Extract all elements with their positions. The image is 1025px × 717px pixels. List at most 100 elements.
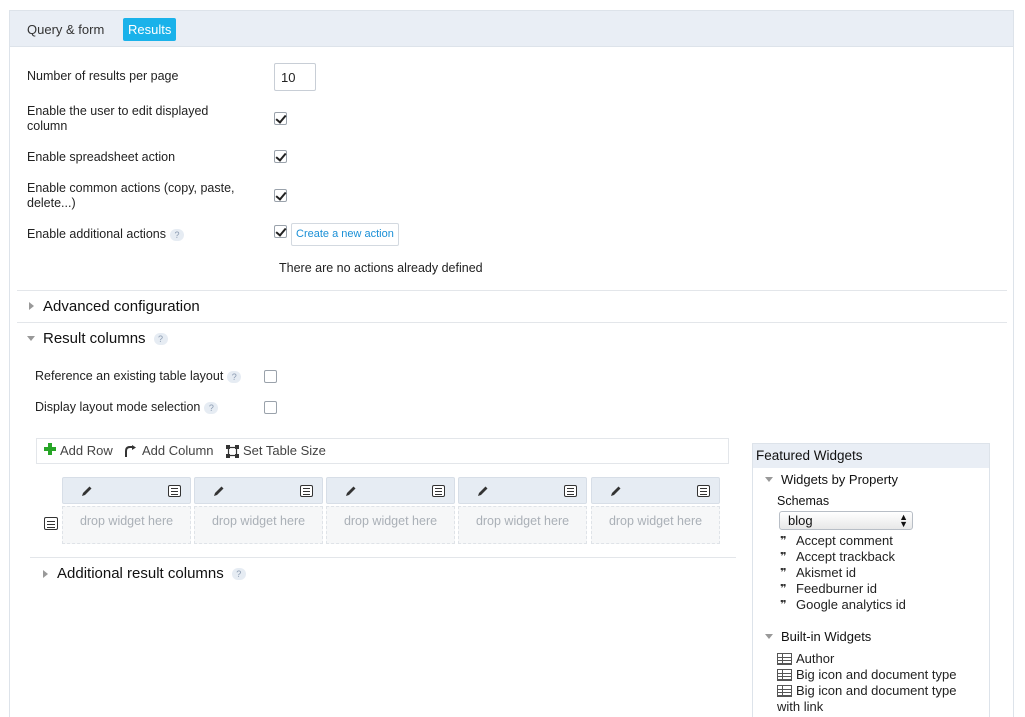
reference-layout-label: Reference an existing table layout? (35, 369, 242, 383)
additional-actions-label: Enable additional actions? (27, 227, 184, 242)
widget-item-label: Accept trackback (796, 549, 895, 564)
help-icon[interactable]: ? (227, 370, 242, 383)
drop-zone[interactable]: drop widget here (591, 506, 720, 544)
menu-icon[interactable] (168, 485, 181, 497)
featured-widgets-title: Featured Widgets (753, 444, 989, 468)
widget-item[interactable]: ❞ Accept trackback (780, 549, 895, 565)
tab-bar: Query & form Results (10, 11, 1013, 47)
pencil-icon[interactable] (213, 485, 225, 497)
no-actions-text: There are no actions already defined (279, 261, 483, 275)
set-table-size-button[interactable]: Set Table Size (243, 443, 326, 459)
widget-item[interactable]: Big icon and document type (777, 667, 956, 683)
menu-icon[interactable] (300, 485, 313, 497)
widgets-by-property-toggle[interactable]: Widgets by Property (781, 472, 898, 487)
widget-item[interactable]: ❞ Akismet id (780, 565, 856, 581)
additional-result-columns-toggle[interactable]: Additional result columns? (57, 565, 246, 583)
cell-header (591, 477, 720, 504)
pencil-icon[interactable] (345, 485, 357, 497)
grid-cell: drop widget here (194, 477, 323, 544)
widget-item-continuation: with link (777, 699, 824, 714)
collapse-icon[interactable] (765, 634, 773, 639)
resize-icon (226, 445, 239, 458)
drop-zone[interactable]: drop widget here (194, 506, 323, 544)
create-action-button[interactable]: Create a new action (291, 223, 399, 246)
additional-actions-text: Enable additional actions (27, 227, 166, 241)
results-per-page-input[interactable] (274, 63, 316, 91)
widget-item[interactable]: ❞ Accept comment (780, 533, 893, 549)
menu-icon[interactable] (564, 485, 577, 497)
table-icon (777, 685, 792, 697)
schemas-label: Schemas (777, 494, 830, 508)
row-menu-icon[interactable] (44, 517, 58, 530)
help-icon[interactable]: ? (204, 401, 219, 414)
schema-select-value: blog (788, 513, 813, 528)
help-icon[interactable]: ? (231, 568, 246, 581)
layout-toolbar: Add Row Add Column Set Table Size (36, 438, 729, 464)
widget-item[interactable]: ❞ Feedburner id (780, 581, 877, 597)
cell-header (326, 477, 455, 504)
additional-actions-checkbox[interactable] (274, 225, 287, 238)
collapse-icon[interactable] (27, 336, 35, 341)
widget-item-label: Big icon and document type (796, 667, 957, 682)
expand-icon[interactable] (43, 570, 48, 578)
edit-columns-label: Enable the user to edit displayed column (27, 104, 209, 133)
pencil-icon[interactable] (610, 485, 622, 497)
cell-header (62, 477, 191, 504)
grid-cell: drop widget here (62, 477, 191, 544)
layout-mode-text: Display layout mode selection (35, 400, 201, 414)
help-icon[interactable]: ? (170, 228, 184, 241)
common-actions-checkbox[interactable] (274, 189, 287, 202)
reference-layout-checkbox[interactable] (264, 370, 277, 383)
pencil-icon[interactable] (81, 485, 93, 497)
result-columns-title: Result columns (43, 330, 146, 347)
cell-header (194, 477, 323, 504)
add-column-icon (125, 445, 136, 457)
tab-query-form[interactable]: Query & form (23, 18, 108, 41)
widget-item-label: Author (796, 651, 835, 666)
widget-item[interactable]: Big icon and document type (777, 683, 956, 699)
widget-item[interactable]: Author (777, 651, 834, 667)
help-icon[interactable]: ? (153, 333, 168, 346)
menu-icon[interactable] (697, 485, 710, 497)
widget-item-label: Big icon and document type (796, 683, 957, 698)
divider (17, 322, 1007, 323)
menu-icon[interactable] (432, 485, 445, 497)
select-arrows-icon: ▲ ▼ (899, 512, 908, 529)
spreadsheet-label: Enable spreadsheet action (27, 150, 176, 164)
schema-select[interactable]: blog ▲ ▼ (779, 511, 913, 530)
drop-zone[interactable]: drop widget here (62, 506, 191, 544)
additional-result-columns-title: Additional result columns (57, 565, 224, 582)
common-actions-label: Enable common actions (copy, paste, dele… (27, 181, 235, 210)
reference-layout-text: Reference an existing table layout (35, 369, 224, 383)
result-columns-toggle[interactable]: Result columns? (43, 330, 168, 348)
widget-item-label: Feedburner id (796, 581, 877, 596)
edit-columns-checkbox[interactable] (274, 112, 287, 125)
collapse-icon[interactable] (765, 477, 773, 482)
cell-header (458, 477, 587, 504)
table-icon (777, 669, 792, 681)
divider (17, 290, 1007, 291)
advanced-config-toggle[interactable]: Advanced configuration (43, 298, 200, 316)
table-icon (777, 653, 792, 665)
results-per-page-label: Number of results per page (27, 69, 179, 83)
quote-icon: ❞ (780, 535, 787, 547)
widget-item-label: Accept comment (796, 533, 893, 548)
widget-item-label: Google analytics id (796, 597, 906, 612)
layout-mode-label: Display layout mode selection? (35, 400, 219, 414)
add-column-button[interactable]: Add Column (142, 443, 214, 459)
pencil-icon[interactable] (477, 485, 489, 497)
add-icon (44, 443, 56, 455)
add-row-button[interactable]: Add Row (60, 443, 113, 459)
quote-icon: ❞ (780, 567, 787, 579)
drop-zone[interactable]: drop widget here (458, 506, 587, 544)
drop-zone[interactable]: drop widget here (326, 506, 455, 544)
layout-mode-checkbox[interactable] (264, 401, 277, 414)
builtin-widgets-toggle[interactable]: Built-in Widgets (781, 629, 871, 644)
tab-results[interactable]: Results (123, 18, 177, 41)
expand-icon[interactable] (29, 302, 34, 310)
grid-cell: drop widget here (326, 477, 455, 544)
widget-item[interactable]: ❞ Google analytics id (780, 597, 906, 613)
spreadsheet-checkbox[interactable] (274, 150, 287, 163)
grid-cell: drop widget here (458, 477, 587, 544)
quote-icon: ❞ (780, 583, 787, 595)
